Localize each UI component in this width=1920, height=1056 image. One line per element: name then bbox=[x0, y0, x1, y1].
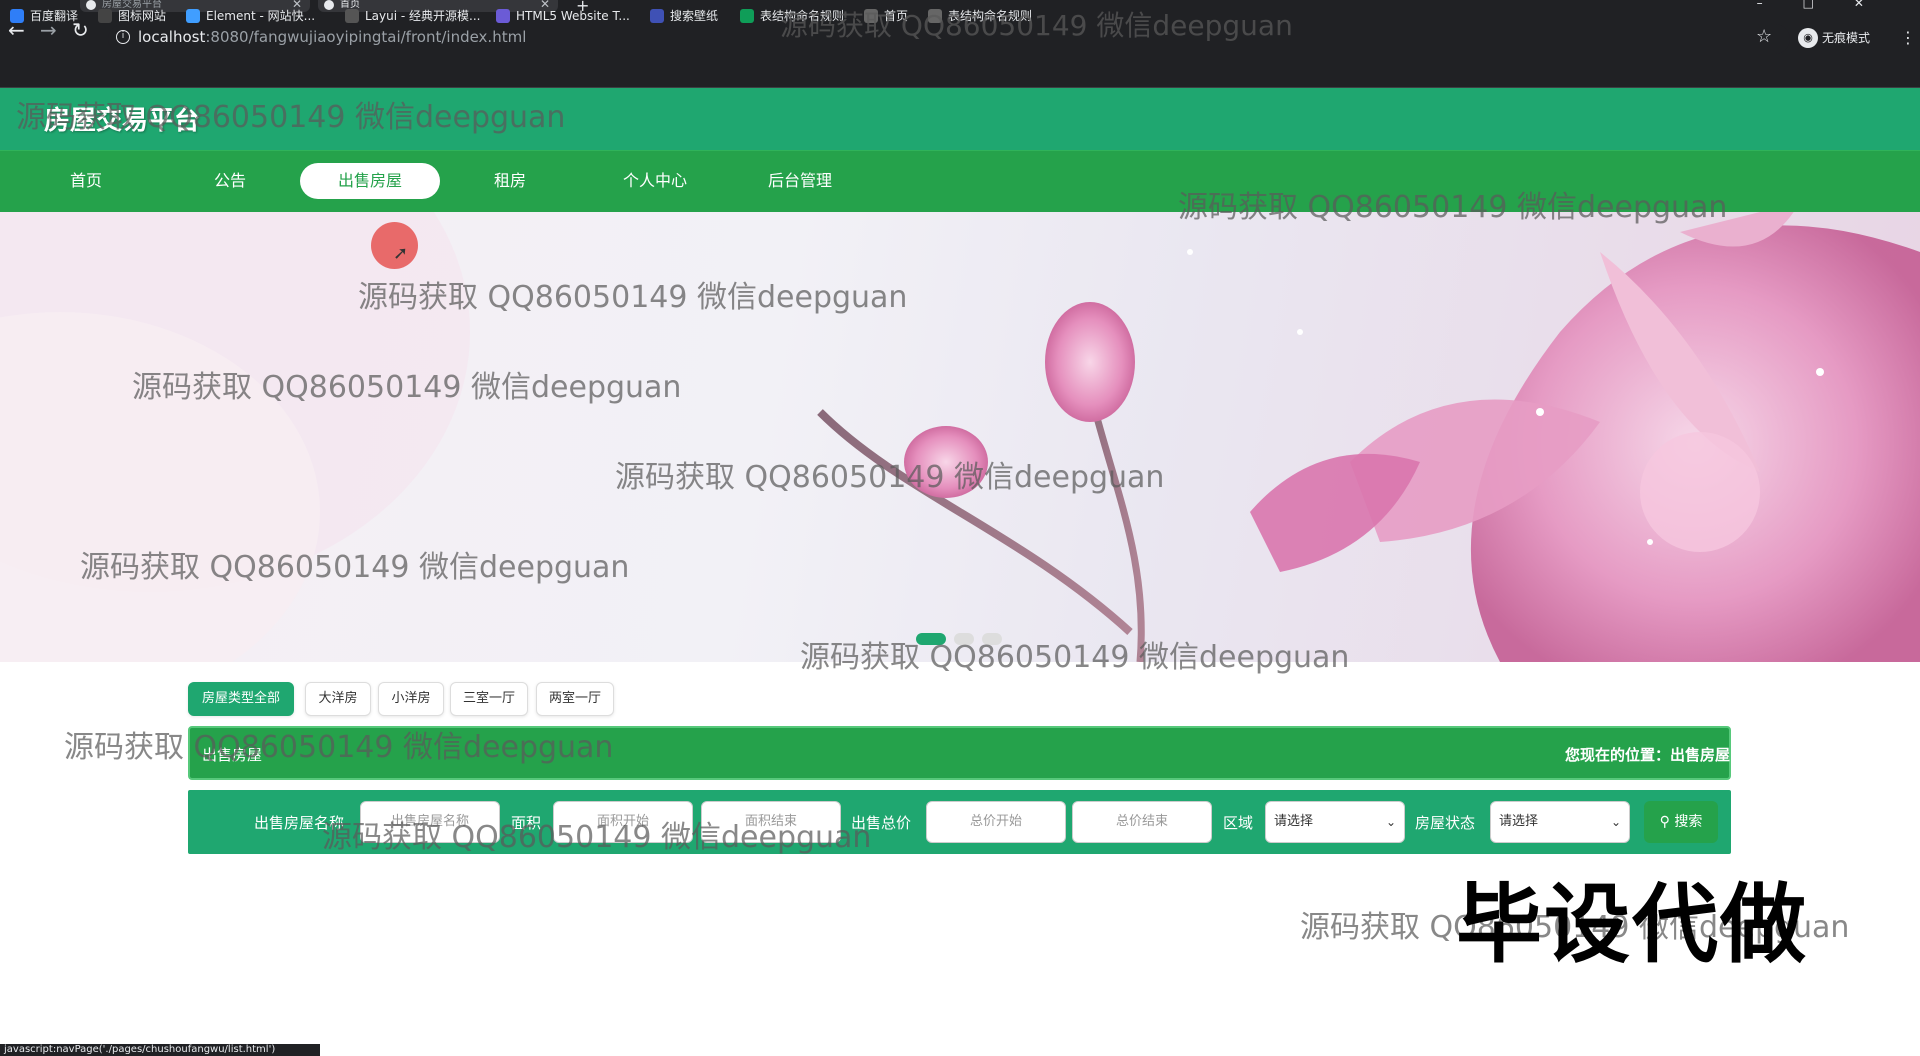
mouse-pointer-icon: ➚ bbox=[393, 243, 409, 264]
baidu-translate-icon bbox=[10, 9, 24, 23]
carousel-dot[interactable] bbox=[982, 633, 1002, 645]
bookmark-label: Element - 网站快... bbox=[206, 9, 316, 23]
window-controls-icon[interactable]: –□✕ bbox=[1757, 0, 1904, 10]
promo-text: 毕设代做 bbox=[1456, 875, 1808, 975]
nav-personal-center[interactable]: 个人中心 bbox=[585, 163, 725, 199]
price-end-input[interactable]: 总价结束 bbox=[1072, 801, 1212, 843]
bookmark-item[interactable]: 搜索壁纸 bbox=[650, 8, 718, 24]
nav-admin[interactable]: 后台管理 bbox=[730, 163, 870, 199]
nav-notice[interactable]: 公告 bbox=[160, 163, 300, 199]
breadcrumb: 您现在的位置：出售房屋 bbox=[1564, 746, 1730, 764]
info-icon[interactable]: i bbox=[116, 30, 130, 44]
area-end-input[interactable]: 面积结束 bbox=[701, 801, 841, 843]
bookmark-item[interactable]: 表结构命名规则 bbox=[740, 8, 844, 24]
nav-home[interactable]: 首页 bbox=[16, 163, 156, 199]
name-label: 出售房屋名称 bbox=[254, 814, 345, 832]
filter-tag-all[interactable]: 房屋类型全部 bbox=[188, 682, 294, 716]
layui-icon bbox=[345, 9, 359, 23]
filter-tag[interactable]: 大洋房 bbox=[305, 682, 371, 716]
banner-flower-image bbox=[0, 212, 1920, 662]
filter-tag[interactable]: 两室一厅 bbox=[536, 682, 614, 716]
bookmark-item[interactable]: 表结构命名规则 bbox=[928, 8, 1032, 24]
area-label: 面积 bbox=[511, 814, 542, 832]
html5-icon bbox=[496, 9, 510, 23]
bookmark-item[interactable]: HTML5 Website T... bbox=[496, 8, 630, 24]
url-text[interactable]: localhost:8080/fangwujiaoyipingtai/front… bbox=[138, 28, 526, 46]
menu-icon[interactable]: ⋮ bbox=[1900, 28, 1916, 47]
globe-icon bbox=[928, 9, 942, 23]
bookmark-item[interactable]: 图标网站 bbox=[98, 8, 166, 24]
chevron-down-icon: ⌄ bbox=[1610, 815, 1621, 829]
status-bar: javascript:navPage('./pages/chushoufangw… bbox=[0, 1044, 320, 1056]
bookmark-label: 百度翻译 bbox=[30, 9, 79, 23]
bookmark-label: Layui - 经典开源模... bbox=[365, 9, 481, 23]
incognito-label[interactable]: 无痕模式 bbox=[1796, 28, 1870, 48]
search-button[interactable]: ⚲ 搜索 bbox=[1644, 801, 1718, 843]
bookmark-item[interactable]: 首页 bbox=[864, 8, 908, 24]
bookmark-label: 图标网站 bbox=[118, 9, 167, 23]
breadcrumb-bar bbox=[188, 726, 1731, 780]
bookmark-label: 表结构命名规则 bbox=[948, 9, 1033, 23]
area-start-input[interactable]: 面积开始 bbox=[553, 801, 693, 843]
filter-tag[interactable]: 三室一厅 bbox=[450, 682, 528, 716]
status-select[interactable]: 请选择 ⌄ bbox=[1490, 801, 1630, 843]
site-header bbox=[0, 88, 1920, 150]
search-icon: ⚲ bbox=[1659, 814, 1675, 830]
bookmarks-bar bbox=[0, 58, 1920, 88]
vue-icon bbox=[86, 0, 96, 10]
element-icon bbox=[186, 9, 200, 23]
nav-rent[interactable]: 租房 bbox=[440, 163, 580, 199]
bookmark-item[interactable]: 百度翻译 bbox=[10, 8, 78, 24]
bookmark-item[interactable]: Element - 网站快... bbox=[186, 8, 315, 24]
page-title: 出售房屋 bbox=[202, 746, 263, 764]
price-start-input[interactable]: 总价开始 bbox=[926, 801, 1066, 843]
site-title: 房屋交易平台 bbox=[44, 106, 201, 136]
region-select[interactable]: 请选择 ⌄ bbox=[1265, 801, 1405, 843]
filter-tag[interactable]: 小洋房 bbox=[378, 682, 444, 716]
bookmark-label: 搜索壁纸 bbox=[670, 9, 719, 23]
bookmark-label: HTML5 Website T... bbox=[516, 9, 630, 23]
bookmark-label: 表结构命名规则 bbox=[760, 9, 845, 23]
sheet-icon bbox=[740, 9, 754, 23]
nav-sell-house[interactable]: 出售房屋 bbox=[300, 163, 440, 199]
wallpaper-icon bbox=[650, 9, 664, 23]
price-label: 出售总价 bbox=[851, 814, 912, 832]
carousel-dot[interactable] bbox=[916, 633, 946, 645]
region-label: 区域 bbox=[1223, 814, 1254, 832]
carousel-dot[interactable] bbox=[954, 633, 974, 645]
bookmark-item[interactable]: Layui - 经典开源模... bbox=[345, 8, 480, 24]
chevron-down-icon: ⌄ bbox=[1385, 815, 1396, 829]
banner-carousel[interactable] bbox=[0, 212, 1920, 662]
house-name-input[interactable]: 出售房屋名称 bbox=[360, 801, 500, 843]
globe-icon bbox=[324, 0, 334, 10]
status-label: 房屋状态 bbox=[1415, 814, 1476, 832]
bookmark-label: 首页 bbox=[884, 9, 909, 23]
globe-icon bbox=[864, 9, 878, 23]
bookmark-star-icon[interactable]: ☆ bbox=[1756, 26, 1772, 47]
flag-icon bbox=[98, 9, 112, 23]
